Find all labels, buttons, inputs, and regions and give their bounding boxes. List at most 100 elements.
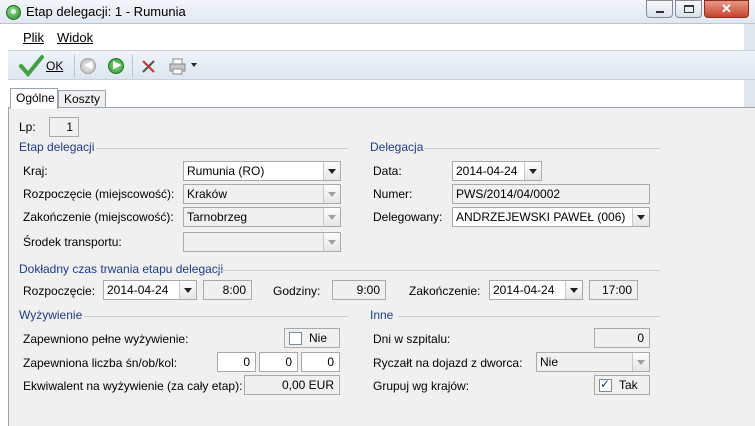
minimize-button[interactable] bbox=[646, 0, 673, 18]
toolbar: OK ◀ ▶ bbox=[8, 50, 755, 80]
lp-label: Lp: bbox=[19, 120, 36, 134]
godziny-label: Godziny: bbox=[273, 284, 321, 298]
forward-button[interactable]: ▶ bbox=[108, 58, 124, 74]
delegowany-label: Delegowany: bbox=[373, 210, 443, 224]
grupuj-label: Grupuj wg krajów: bbox=[373, 379, 470, 393]
printer-icon bbox=[169, 58, 186, 75]
ryczalt-value: Nie bbox=[540, 355, 559, 369]
chevron-down-icon[interactable] bbox=[524, 162, 541, 180]
toolbar-separator bbox=[74, 55, 75, 77]
pelne-wyzywienie-checkbox-box[interactable]: Nie bbox=[284, 328, 340, 348]
toolbar-separator bbox=[132, 55, 133, 77]
maximize-button[interactable] bbox=[675, 0, 702, 18]
kraj-label: Kraj: bbox=[23, 164, 48, 178]
dni-szpital-field: 0 bbox=[594, 328, 650, 348]
grupuj-checkbox-box[interactable]: ✓ Tak bbox=[594, 375, 650, 395]
chevron-down-icon[interactable] bbox=[565, 281, 582, 299]
minimize-icon bbox=[656, 11, 664, 13]
section-divider bbox=[84, 316, 348, 317]
tools-icon bbox=[142, 60, 155, 73]
maximize-icon bbox=[684, 5, 694, 13]
kolacje-field[interactable]: 0 bbox=[301, 352, 340, 372]
transport-label: Środek transportu: bbox=[23, 235, 122, 249]
czas-start-label: Rozpoczęcie: bbox=[23, 284, 96, 298]
sniadania-field[interactable]: 0 bbox=[217, 352, 256, 372]
back-button[interactable]: ◀ bbox=[80, 58, 96, 74]
section-divider bbox=[216, 270, 660, 271]
tools-button[interactable] bbox=[140, 57, 158, 75]
back-arrow-icon: ◀ bbox=[84, 59, 93, 71]
chevron-down-icon[interactable] bbox=[323, 162, 340, 180]
chevron-down-icon[interactable] bbox=[632, 208, 649, 226]
section-czas-trwania: Dokładny czas trwania etapu delegacji bbox=[19, 262, 224, 276]
section-delegacja: Delegacja bbox=[370, 140, 424, 154]
ekwiwalent-field: 0,00 EUR bbox=[244, 375, 340, 395]
czas-start-date-combo[interactable]: 2014-04-24 bbox=[103, 280, 197, 300]
kraj-combo[interactable]: Rumunia (RO) bbox=[183, 161, 341, 181]
data-combo[interactable]: 2014-04-24 bbox=[452, 161, 542, 181]
pelne-wyzywienie-label: Zapewniono pełne wyżywienie: bbox=[23, 332, 189, 346]
chevron-down-icon[interactable] bbox=[632, 353, 649, 371]
close-button[interactable]: ✕ bbox=[704, 0, 749, 18]
ryczalt-combo[interactable]: Nie bbox=[536, 352, 650, 372]
chevron-down-icon[interactable] bbox=[323, 208, 340, 226]
menu-widok-label: Widok bbox=[57, 30, 94, 45]
kraj-value: Rumunia (RO) bbox=[187, 164, 265, 178]
czas-start-date-value: 2014-04-24 bbox=[107, 283, 169, 297]
section-inne: Inne bbox=[370, 308, 394, 322]
data-value: 2014-04-24 bbox=[456, 164, 518, 178]
czas-start-time-field[interactable]: 8:00 bbox=[203, 280, 252, 300]
title-bar: Etap delegacji: 1 - Rumunia ✕ bbox=[0, 0, 755, 24]
chevron-down-icon[interactable] bbox=[179, 281, 196, 299]
menu-plik-label: Plik bbox=[23, 30, 44, 45]
section-etap-delegacji: Etap delegacji bbox=[19, 140, 95, 154]
grupuj-checkbox[interactable]: ✓ bbox=[599, 377, 612, 392]
czas-end-time-field[interactable]: 17:00 bbox=[589, 280, 638, 300]
forward-arrow-icon: ▶ bbox=[113, 59, 122, 71]
ekwiwalent-label: Ekwiwalent na wyżywienie (za cały etap): bbox=[23, 379, 243, 393]
zakonczenie-miejscowosc-value: Tarnobrzeg bbox=[187, 210, 248, 224]
ok-label: OK bbox=[46, 59, 64, 73]
godziny-field: 9:00 bbox=[332, 280, 386, 300]
ok-button[interactable]: OK bbox=[18, 54, 78, 78]
dni-szpital-label: Dni w szpitalu: bbox=[373, 332, 451, 346]
tab-strip: Ogólne Koszty bbox=[8, 88, 755, 109]
chevron-down-icon[interactable] bbox=[323, 233, 340, 251]
section-divider bbox=[424, 148, 660, 149]
menu-bar: Plik Widok bbox=[8, 28, 755, 48]
delegowany-combo[interactable]: ANDRZEJEWSKI PAWEŁ (006) bbox=[452, 207, 650, 227]
close-icon: ✕ bbox=[721, 1, 732, 16]
lp-field: 1 bbox=[49, 117, 79, 137]
rozpoczecie-miejscowosc-label: Rozpoczęcie (miejscowość): bbox=[23, 187, 175, 201]
czas-end-date-value: 2014-04-24 bbox=[493, 283, 555, 297]
window-title: Etap delegacji: 1 - Rumunia bbox=[26, 4, 186, 19]
menu-widok[interactable]: Widok bbox=[57, 30, 93, 45]
liczba-label: Zapewniona liczba śn/ob/kol: bbox=[23, 356, 178, 370]
section-divider bbox=[398, 316, 660, 317]
numer-field: PWS/2014/04/0002 bbox=[452, 184, 650, 204]
transport-combo[interactable] bbox=[183, 232, 341, 252]
zakonczenie-miejscowosc-label: Zakończenie (miejscowość): bbox=[23, 210, 174, 224]
czas-end-date-combo[interactable]: 2014-04-24 bbox=[489, 280, 583, 300]
data-label: Data: bbox=[373, 164, 402, 178]
pelne-wyzywienie-checkbox[interactable] bbox=[289, 332, 302, 345]
rozpoczecie-miejscowosc-value: Kraków bbox=[187, 187, 228, 201]
print-button[interactable] bbox=[168, 57, 202, 75]
pelne-wyzywienie-value: Nie bbox=[309, 331, 328, 345]
zakonczenie-miejscowosc-combo[interactable]: Tarnobrzeg bbox=[183, 207, 341, 227]
obiady-field[interactable]: 0 bbox=[259, 352, 298, 372]
numer-label: Numer: bbox=[373, 187, 413, 201]
delegowany-value: ANDRZEJEWSKI PAWEŁ (006) bbox=[456, 210, 626, 224]
section-wyzywienie: Wyżywienie bbox=[19, 308, 83, 322]
section-divider bbox=[96, 148, 348, 149]
grupuj-value: Tak bbox=[619, 378, 638, 392]
rozpoczecie-miejscowosc-combo[interactable]: Kraków bbox=[183, 184, 341, 204]
czas-end-label: Zakończenie: bbox=[409, 284, 481, 298]
app-icon bbox=[6, 5, 21, 20]
tab-koszty[interactable]: Koszty bbox=[58, 90, 106, 108]
check-icon: ✓ bbox=[600, 377, 611, 391]
dropdown-arrow-icon bbox=[191, 63, 197, 67]
menu-plik[interactable]: Plik bbox=[23, 30, 44, 45]
tab-ogolne[interactable]: Ogólne bbox=[10, 88, 58, 109]
chevron-down-icon[interactable] bbox=[323, 185, 340, 203]
